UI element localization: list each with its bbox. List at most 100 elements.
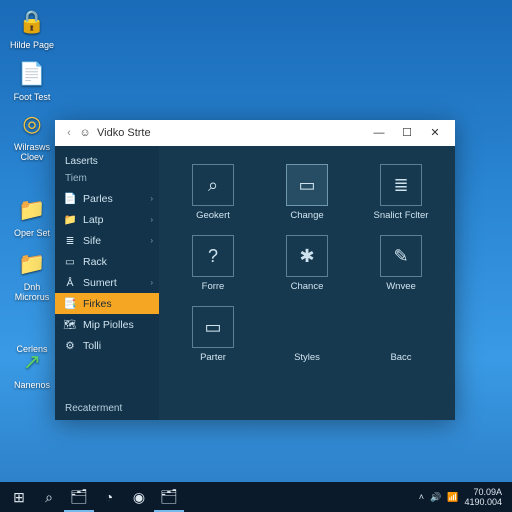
- chevron-right-icon: ›: [150, 278, 153, 287]
- chevron-right-icon: ›: [150, 215, 153, 224]
- cerlens-icon: [16, 310, 48, 342]
- desktop-icon-label: Dnh Microrus: [6, 282, 58, 302]
- desktop-icon-open-set[interactable]: 📁Oper Set: [6, 194, 58, 238]
- tray-chevron-icon[interactable]: ˄: [419, 492, 424, 502]
- desktop-icon-label: Oper Set: [6, 228, 58, 238]
- maximize-button[interactable]: ☐: [393, 122, 421, 144]
- tile-label: Snalict Fclter: [365, 210, 437, 221]
- sidebar-item-parles[interactable]: 📄 Parles ›: [55, 188, 159, 209]
- explorer-icon: 🗂: [70, 488, 88, 505]
- sife-icon: ≣: [63, 234, 77, 248]
- files-icon: 🗂: [160, 488, 178, 505]
- tile-bacc[interactable]: Bacc: [365, 306, 437, 363]
- firkes-icon: 📑: [63, 297, 77, 311]
- desktop-icon-foot-test[interactable]: 📄Foot Test: [6, 58, 58, 102]
- taskbar-start-button[interactable]: ⊞: [4, 482, 34, 512]
- sidebar-item-firkes[interactable]: 📑Firkes: [55, 293, 159, 314]
- taskbar-search-button[interactable]: ⌕: [34, 482, 64, 512]
- tile-styles[interactable]: Styles: [271, 306, 343, 363]
- back-icon[interactable]: ‹: [61, 127, 77, 139]
- wnvee-icon: ✎: [380, 235, 422, 277]
- clock[interactable]: 70.09A 4190.004: [464, 487, 502, 507]
- tile-label: Change: [271, 210, 343, 221]
- sidebar-item-label: Tolli: [83, 340, 101, 352]
- sidebar-item-label: Parles: [83, 193, 113, 205]
- desktop-icon-label: Foot Test: [6, 92, 58, 102]
- sidebar-item-label: Mip Piolles: [83, 319, 134, 331]
- taskbar: ⊞ ⌕ 🗂 ◔ ◉ 🗂 ˄ 🔊 📶 70.09A 4190.004: [0, 482, 512, 512]
- close-button[interactable]: ✕: [421, 122, 449, 144]
- app-window: ‹ ☺ Vidko Strte — ☐ ✕ Laserts Tiem 📄 Parl…: [55, 120, 455, 420]
- tile-change[interactable]: ▭ Change: [271, 164, 343, 221]
- sidebar-item-label: Rack: [83, 256, 107, 268]
- edge-icon: ◉: [133, 489, 145, 506]
- clock-time: 70.09A: [464, 487, 502, 497]
- chevron-right-icon: ›: [150, 194, 153, 203]
- sidebar-item-label: Sumert: [83, 277, 117, 289]
- sidebar-item-sumert[interactable]: Å Sumert ›: [55, 272, 159, 293]
- sidebar-item-mip-piolles[interactable]: 🗺 Mip Piolles: [55, 314, 159, 335]
- sidebar-item-rack[interactable]: ▭ Rack: [55, 251, 159, 272]
- sidebar-item-tolli[interactable]: ⚙ Tolli: [55, 335, 159, 356]
- desktop-icon-hide-page[interactable]: 🔒Hilde Page: [6, 6, 58, 50]
- taskbar-explorer-button[interactable]: 🗂: [64, 482, 94, 512]
- window-title: Vidko Strte: [93, 127, 365, 139]
- tile-label: Parter: [177, 352, 249, 363]
- tile-geokert[interactable]: ⌕ Geokert: [177, 164, 249, 221]
- change-icon: ▭: [286, 164, 328, 206]
- titlebar[interactable]: ‹ ☺ Vidko Strte — ☐ ✕: [55, 120, 455, 146]
- tray-volume-icon[interactable]: 🔊: [430, 492, 441, 503]
- tolli-icon: ⚙: [63, 339, 77, 353]
- bacc-icon: [380, 306, 422, 348]
- parter-icon: ▭: [192, 306, 234, 348]
- tile-label: Chance: [271, 281, 343, 292]
- system-tray[interactable]: ˄ 🔊 📶 70.09A 4190.004: [419, 487, 508, 507]
- content-area: ⌕ Geokert ▭ Change ≣ Snalict Fclter ?Forre ✱ Cha…: [159, 146, 455, 420]
- taskbar-edge-button[interactable]: ◉: [124, 482, 154, 512]
- parles-icon: 📄: [63, 192, 77, 206]
- styles-icon: [286, 306, 328, 348]
- desktop-icon-label: Nanenos: [6, 380, 58, 390]
- sidebar-item-sife[interactable]: ≣ Sife ›: [55, 230, 159, 251]
- desktop-icon-label: Wilrasws Cloev: [6, 142, 58, 162]
- tile-snalict-fclter[interactable]: ≣ Snalict Fclter: [365, 164, 437, 221]
- nanenos-icon: ↗: [16, 346, 48, 378]
- sidebar-item-label: Sife: [83, 235, 101, 247]
- snalict-fclter-icon: ≣: [380, 164, 422, 206]
- sidebar: Laserts Tiem 📄 Parles › 📁 Latp › ≣ Sife › ▭ Rack ÅS…: [55, 146, 159, 420]
- hide-page-icon: 🔒: [16, 6, 48, 38]
- chrome-icon: ◎: [16, 108, 48, 140]
- start-icon: ⊞: [13, 489, 25, 506]
- sidebar-section-label: Tiem: [55, 169, 159, 188]
- tile-label: Styles: [271, 352, 343, 363]
- sidebar-bottom[interactable]: Recaterment: [55, 397, 159, 420]
- latp-icon: 📁: [63, 213, 77, 227]
- tray-network-icon[interactable]: 📶: [447, 492, 458, 503]
- tile-label: Wnvee: [365, 281, 437, 292]
- mip-piolles-icon: 🗺: [63, 318, 77, 332]
- desktop-icon-nanenos[interactable]: ↗ Nanenos: [6, 346, 58, 390]
- chevron-right-icon: ›: [150, 236, 153, 245]
- sidebar-item-label: Latp: [83, 214, 103, 226]
- geokert-icon: ⌕: [192, 164, 234, 206]
- taskbar-clock-app-button[interactable]: ◔: [94, 482, 124, 512]
- clock-date: 4190.004: [464, 497, 502, 507]
- sidebar-item-latp[interactable]: 📁 Latp ›: [55, 209, 159, 230]
- tile-forre[interactable]: ?Forre: [177, 235, 249, 292]
- clock-app-icon: ◔: [105, 489, 113, 505]
- sumert-icon: Å: [63, 276, 77, 290]
- tile-wnvee[interactable]: ✎ Wnvee: [365, 235, 437, 292]
- tile-label: Geokert: [177, 210, 249, 221]
- taskbar-files-button[interactable]: 🗂: [154, 482, 184, 512]
- dnh-micro-icon: 📁: [16, 248, 48, 280]
- tile-label: Bacc: [365, 352, 437, 363]
- rack-icon: ▭: [63, 255, 77, 269]
- tile-parter[interactable]: ▭ Parter: [177, 306, 249, 363]
- chance-icon: ✱: [286, 235, 328, 277]
- desktop-icon-dnh-micro[interactable]: 📁Dnh Microrus: [6, 248, 58, 302]
- tile-chance[interactable]: ✱ Chance: [271, 235, 343, 292]
- search-icon: ⌕: [45, 489, 53, 506]
- sidebar-header: Laserts: [55, 152, 159, 169]
- desktop-icon-chrome[interactable]: ◎Wilrasws Cloev: [6, 108, 58, 162]
- minimize-button[interactable]: —: [365, 122, 393, 144]
